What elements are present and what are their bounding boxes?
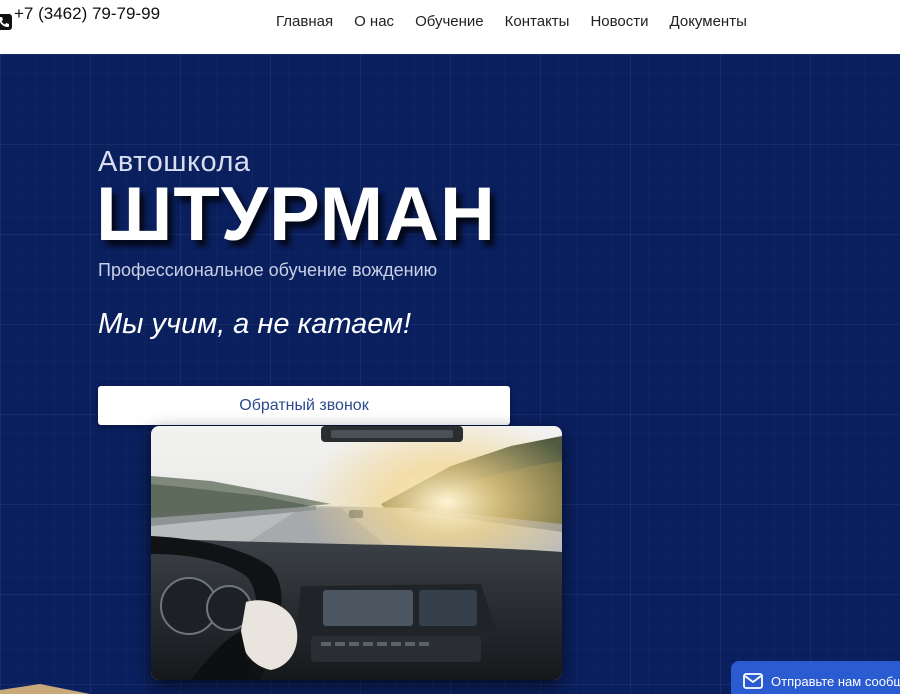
callback-button[interactable]: Обратный звонок xyxy=(98,386,510,425)
phone-number[interactable]: +7 (3462) 79-79-99 xyxy=(14,2,164,26)
message-widget[interactable]: Отправьте нам сообщение xyxy=(731,661,900,694)
hero-subtitle: Профессиональное обучение вождению xyxy=(98,260,438,280)
corner-decoration xyxy=(0,684,90,694)
nav-item-home[interactable]: Главная xyxy=(276,12,333,32)
nav-item-contacts[interactable]: Контакты xyxy=(505,12,570,32)
header: +7 (3462) 79-79-99 Главная О нас Обучени… xyxy=(0,0,900,54)
nav-item-training[interactable]: Обучение xyxy=(415,12,484,32)
nav-item-about[interactable]: О нас xyxy=(354,12,394,32)
message-widget-label: Отправьте нам сообщение xyxy=(771,673,900,689)
nav-item-documents[interactable]: Документы xyxy=(670,12,747,32)
mail-icon xyxy=(743,673,763,689)
hero-title: ШТУРМАН xyxy=(96,172,496,257)
phone-icon xyxy=(0,14,12,30)
hero-slogan: Мы учим, а не катаем! xyxy=(98,308,412,340)
nav-item-news[interactable]: Новости xyxy=(590,12,648,32)
hero-car-photo xyxy=(151,426,562,680)
main-nav: Главная О нас Обучение Контакты Новости … xyxy=(276,12,747,32)
